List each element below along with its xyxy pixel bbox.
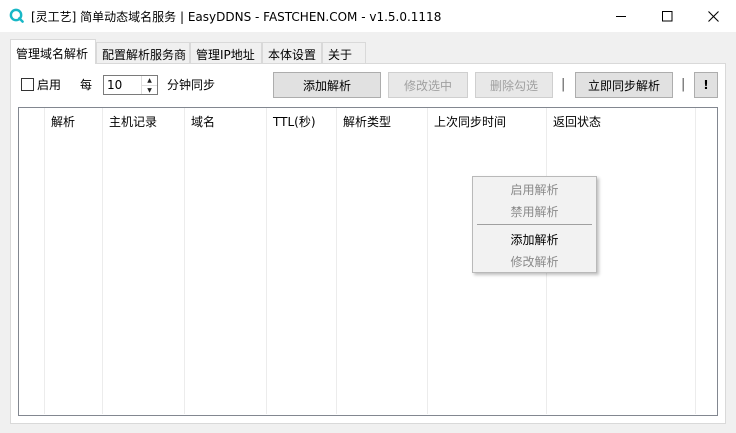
column-header-type[interactable]: 解析类型 [343, 113, 391, 130]
close-icon [707, 10, 719, 22]
enable-label: 启用 [37, 78, 62, 92]
tab-about[interactable]: 关于 [322, 42, 366, 63]
info-button[interactable]: ! [694, 72, 718, 98]
tab-manage-domains[interactable]: 管理域名解析 [10, 39, 96, 64]
add-record-button[interactable]: 添加解析 [273, 72, 381, 98]
menu-separator [477, 224, 592, 225]
column-divider [44, 108, 45, 414]
column-divider [184, 108, 185, 414]
column-header-host[interactable]: 主机记录 [109, 113, 157, 130]
column-divider [695, 108, 696, 414]
edit-selected-button[interactable]: 修改选中 [388, 72, 468, 98]
minimize-icon [615, 15, 626, 17]
column-header-status[interactable]: 返回状态 [553, 113, 601, 130]
toolbar-separator-2: | [681, 77, 686, 92]
column-header-domain[interactable]: 域名 [191, 113, 215, 130]
interval-value[interactable]: 10 [107, 78, 122, 92]
minimize-button[interactable] [598, 0, 644, 32]
menu-item-enable[interactable]: 启用解析 [473, 181, 596, 198]
column-divider [102, 108, 103, 414]
column-header-last-sync[interactable]: 上次同步时间 [434, 113, 506, 130]
enable-checkbox[interactable] [21, 78, 34, 91]
menu-item-disable[interactable]: 禁用解析 [473, 203, 596, 220]
column-divider [427, 108, 428, 414]
toolbar-separator: | [561, 77, 566, 92]
spin-up-icon[interactable]: ▲ [142, 76, 157, 85]
context-menu: 启用解析 禁用解析 添加解析 修改解析 [472, 176, 597, 273]
delete-checked-button[interactable]: 删除勾选 [475, 72, 553, 98]
maximize-button[interactable] [644, 0, 690, 32]
column-header-record[interactable]: 解析 [51, 113, 75, 130]
column-divider [336, 108, 337, 414]
column-divider [266, 108, 267, 414]
tab-provider-config[interactable]: 配置解析服务商 [96, 42, 190, 63]
interval-stepper[interactable]: 10 ▲ ▼ [103, 75, 158, 95]
close-button[interactable] [690, 0, 736, 32]
column-header-ttl[interactable]: TTL(秒) [273, 113, 316, 130]
spin-down-icon[interactable]: ▼ [142, 85, 157, 95]
maximize-icon [661, 10, 672, 21]
records-table[interactable] [18, 107, 718, 416]
sync-now-button[interactable]: 立即同步解析 [575, 72, 673, 98]
menu-item-add[interactable]: 添加解析 [473, 231, 596, 248]
app-logo-icon [9, 8, 24, 23]
minutes-label: 分钟同步 [167, 78, 216, 92]
tab-manage-ip[interactable]: 管理IP地址 [190, 42, 262, 63]
menu-item-edit[interactable]: 修改解析 [473, 253, 596, 270]
window-title: [灵工艺] 简单动态域名服务 | EasyDDNS - FASTCHEN.COM… [31, 10, 442, 24]
every-label: 每 [80, 78, 93, 92]
tab-settings[interactable]: 本体设置 [262, 42, 322, 63]
